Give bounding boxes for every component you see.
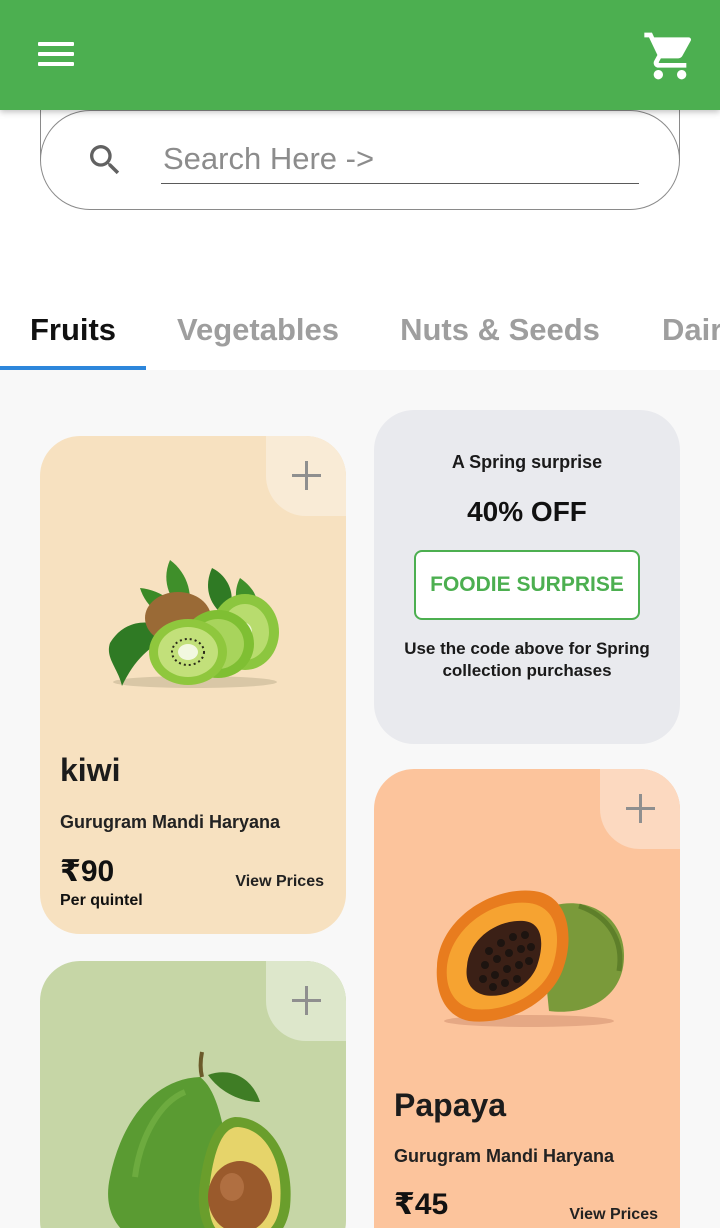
menu-icon[interactable] bbox=[30, 32, 82, 76]
tab-indicator bbox=[0, 366, 146, 370]
kiwi-image bbox=[108, 560, 279, 688]
product-card-kiwi[interactable]: kiwi Gurugram Mandi Haryana ₹90 Per quin… bbox=[40, 436, 346, 934]
add-kiwi-button[interactable] bbox=[266, 436, 346, 516]
shopping-cart-icon[interactable] bbox=[642, 28, 698, 84]
search-icon[interactable] bbox=[85, 140, 125, 180]
view-prices-link[interactable]: View Prices bbox=[569, 1206, 658, 1224]
promo-note: Use the code above for Spring collection… bbox=[404, 639, 650, 680]
menu-line bbox=[38, 42, 74, 46]
papaya-image bbox=[436, 890, 624, 1027]
promo-card: A Spring surprise 40% OFF FOODIE SURPRIS… bbox=[374, 410, 680, 744]
top-area: Fruits Vegetables Nuts & Seeds Dair bbox=[0, 110, 720, 370]
product-price: ₹45 bbox=[394, 1188, 449, 1221]
menu-line bbox=[38, 52, 74, 56]
app-bar bbox=[0, 0, 720, 110]
avocado-image bbox=[108, 1051, 291, 1228]
product-location: Gurugram Mandi Haryana bbox=[394, 1146, 615, 1166]
product-price: ₹90 bbox=[60, 855, 115, 888]
product-name: kiwi bbox=[60, 752, 121, 788]
product-card-avocado[interactable] bbox=[40, 961, 346, 1228]
tab-vegetables[interactable]: Vegetables bbox=[168, 290, 348, 370]
add-papaya-button[interactable] bbox=[600, 769, 680, 849]
tab-dairy[interactable]: Dair bbox=[662, 290, 720, 370]
search-bar bbox=[40, 110, 680, 210]
menu-line bbox=[38, 62, 74, 66]
category-tabs: Fruits Vegetables Nuts & Seeds Dair bbox=[0, 290, 720, 370]
promo-title: A Spring surprise bbox=[451, 452, 603, 472]
add-avocado-button[interactable] bbox=[266, 961, 346, 1041]
tab-fruits[interactable]: Fruits bbox=[0, 290, 146, 370]
product-location: Gurugram Mandi Haryana bbox=[60, 812, 281, 832]
product-name: Papaya bbox=[394, 1087, 507, 1123]
view-prices-link[interactable]: View Prices bbox=[235, 873, 324, 891]
tab-nuts-seeds[interactable]: Nuts & Seeds bbox=[390, 290, 610, 370]
product-unit: Per quintel bbox=[60, 892, 143, 909]
promo-discount: 40% OFF bbox=[467, 496, 587, 527]
product-card-papaya[interactable]: Papaya Gurugram Mandi Haryana ₹45 View P… bbox=[374, 769, 680, 1228]
search-input[interactable] bbox=[161, 134, 639, 184]
promo-code-button[interactable]: FOODIE SURPRISE bbox=[414, 550, 640, 620]
